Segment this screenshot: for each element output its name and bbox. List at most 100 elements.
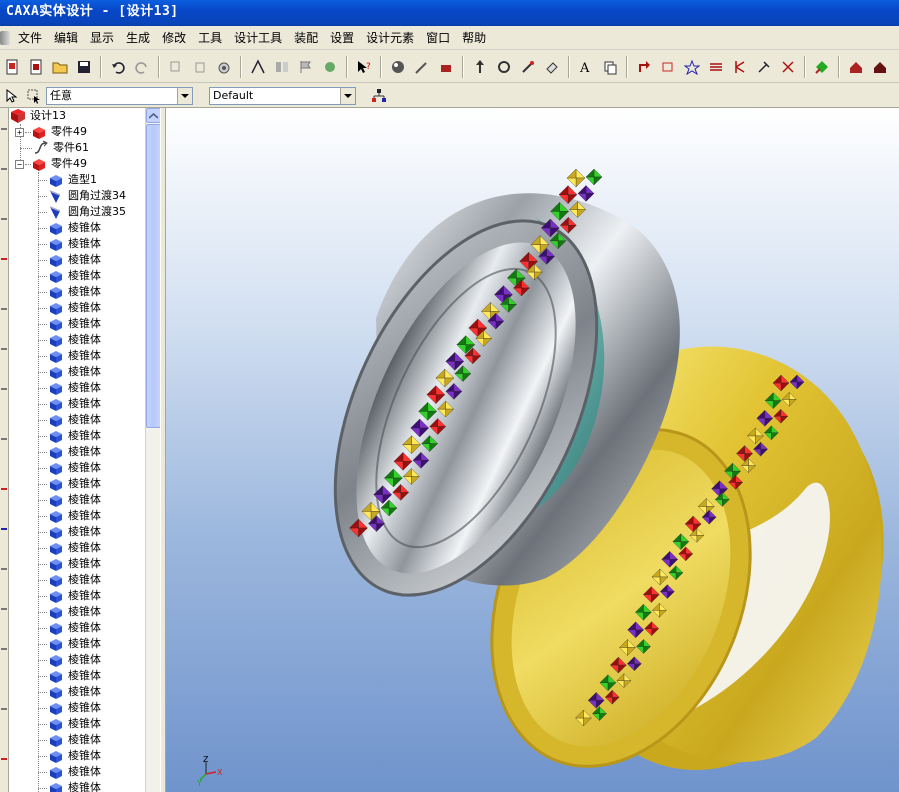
menu-modify[interactable]: 修改 (156, 27, 192, 49)
star-icon[interactable] (682, 57, 702, 77)
flag-icon[interactable] (296, 57, 316, 77)
tree-item-pyramid[interactable]: 棱锥体 (38, 700, 101, 716)
tool-icon[interactable] (320, 57, 340, 77)
tree-item-pyramid[interactable]: 棱锥体 (38, 332, 101, 348)
house-alt-icon[interactable] (870, 57, 890, 77)
tree-item-pyramid[interactable]: 棱锥体 (38, 444, 101, 460)
tree-item-pyramid[interactable]: 棱锥体 (38, 604, 101, 620)
tree-item-pyramid[interactable]: 棱锥体 (38, 780, 101, 792)
menu-tools[interactable]: 工具 (192, 27, 228, 49)
camera-icon[interactable] (214, 57, 234, 77)
filter-select[interactable]: 任意 (46, 87, 193, 105)
box-icon[interactable] (658, 57, 678, 77)
tree-item-pyramid[interactable]: 棱锥体 (38, 316, 101, 332)
arrow-up-right-icon[interactable] (634, 57, 654, 77)
hierarchy-icon[interactable] (369, 86, 389, 106)
tree-item-pyramid[interactable]: 棱锥体 (38, 572, 101, 588)
render-icon[interactable] (388, 57, 408, 77)
move-icon[interactable] (470, 57, 490, 77)
collapse-minus-icon[interactable]: − (15, 159, 24, 169)
tree-item-pyramid[interactable]: 棱锥体 (38, 652, 101, 668)
3d-viewport[interactable]: Z X Y (166, 108, 899, 792)
tree-item-pyramid[interactable]: 棱锥体 (38, 636, 101, 652)
select-box-icon[interactable] (24, 86, 44, 106)
tree-root[interactable]: 设计13 (9, 108, 66, 124)
paint-icon[interactable] (436, 57, 456, 77)
stack-icon[interactable] (706, 57, 726, 77)
tree-item-part-c[interactable]: − 零件49 (15, 156, 87, 172)
tree-item-pyramid[interactable]: 棱锥体 (38, 748, 101, 764)
tree-item-pyramid[interactable]: 棱锥体 (38, 668, 101, 684)
link-icon[interactable] (518, 57, 538, 77)
menu-file[interactable]: 文件 (12, 27, 48, 49)
green-gem-icon[interactable] (812, 57, 832, 77)
open-folder-icon[interactable] (50, 57, 70, 77)
cross-icon[interactable] (778, 57, 798, 77)
save-icon[interactable] (74, 57, 94, 77)
tree-item-pyramid[interactable]: 棱锥体 (38, 684, 101, 700)
menu-window[interactable]: 窗口 (420, 27, 456, 49)
undo-icon[interactable] (108, 57, 128, 77)
scroll-up-icon[interactable] (146, 108, 161, 123)
text-icon[interactable]: A (576, 57, 596, 77)
menu-design-elements[interactable]: 设计元素 (360, 27, 420, 49)
tree-item-pyramid[interactable]: 棱锥体 (38, 588, 101, 604)
redo-icon[interactable] (132, 57, 152, 77)
tree-item-pyramid[interactable]: 棱锥体 (38, 460, 101, 476)
tree-feature[interactable]: 圆角过渡34 (38, 188, 126, 204)
tree-item-part-b[interactable]: 零件61 (20, 140, 89, 156)
tree-item-pyramid[interactable]: 棱锥体 (38, 764, 101, 780)
tree-item-pyramid[interactable]: 棱锥体 (38, 220, 101, 236)
menu-edit[interactable]: 编辑 (48, 27, 84, 49)
help-cursor-icon[interactable]: ? (354, 57, 374, 77)
tree-item-pyramid[interactable]: 棱锥体 (38, 284, 101, 300)
copy-disabled-icon[interactable] (166, 57, 186, 77)
eraser-icon[interactable] (542, 57, 562, 77)
menu-display[interactable]: 显示 (84, 27, 120, 49)
scroll-thumb[interactable] (146, 124, 161, 428)
menu-help[interactable]: 帮助 (456, 27, 492, 49)
select-arrow-icon[interactable] (2, 86, 22, 106)
tree-item-pyramid[interactable]: 棱锥体 (38, 508, 101, 524)
tree-item-pyramid[interactable]: 棱锥体 (38, 364, 101, 380)
menu-settings[interactable]: 设置 (324, 27, 360, 49)
tree-item-pyramid[interactable]: 棱锥体 (38, 348, 101, 364)
tree-item-pyramid[interactable]: 棱锥体 (38, 428, 101, 444)
tree-feature[interactable]: 圆角过渡35 (38, 204, 126, 220)
tree-item-pyramid[interactable]: 棱锥体 (38, 716, 101, 732)
panel-icon[interactable] (272, 57, 292, 77)
menu-assembly[interactable]: 装配 (288, 27, 324, 49)
tree-item-pyramid[interactable]: 棱锥体 (38, 732, 101, 748)
tree-item-pyramid[interactable]: 棱锥体 (38, 492, 101, 508)
rotate-icon[interactable] (494, 57, 514, 77)
tree-item-pyramid[interactable]: 棱锥体 (38, 236, 101, 252)
tree-item-pyramid[interactable]: 棱锥体 (38, 252, 101, 268)
branch-icon[interactable] (730, 57, 750, 77)
tree-item-part-a[interactable]: + 零件49 (15, 124, 87, 140)
tree-item-pyramid[interactable]: 棱锥体 (38, 540, 101, 556)
paste-disabled-icon[interactable] (190, 57, 210, 77)
wand-icon[interactable] (412, 57, 432, 77)
tree-item-pyramid[interactable]: 棱锥体 (38, 396, 101, 412)
tree-item-pyramid[interactable]: 棱锥体 (38, 476, 101, 492)
style-select[interactable]: Default (209, 87, 356, 105)
menu-generate[interactable]: 生成 (120, 27, 156, 49)
pin-icon[interactable] (754, 57, 774, 77)
copy-icon[interactable] (600, 57, 620, 77)
tree-item-pyramid[interactable]: 棱锥体 (38, 268, 101, 284)
house-icon[interactable] (846, 57, 866, 77)
chevron-down-icon[interactable] (340, 88, 355, 104)
tree-item-pyramid[interactable]: 棱锥体 (38, 380, 101, 396)
new-file-icon[interactable] (2, 57, 22, 77)
chevron-down-icon[interactable] (177, 88, 192, 104)
tree-item-pyramid[interactable]: 棱锥体 (38, 300, 101, 316)
measure-icon[interactable] (248, 57, 268, 77)
new-design-icon[interactable] (26, 57, 46, 77)
tree-feature[interactable]: 造型1 (38, 172, 97, 188)
window-system-icon[interactable] (0, 30, 10, 45)
expand-plus-icon[interactable]: + (15, 127, 24, 137)
tree-scrollbar[interactable] (145, 108, 161, 792)
menu-design-tools[interactable]: 设计工具 (228, 27, 288, 49)
tree-item-pyramid[interactable]: 棱锥体 (38, 620, 101, 636)
ring-assembly-model[interactable]: Z X Y (166, 108, 899, 792)
